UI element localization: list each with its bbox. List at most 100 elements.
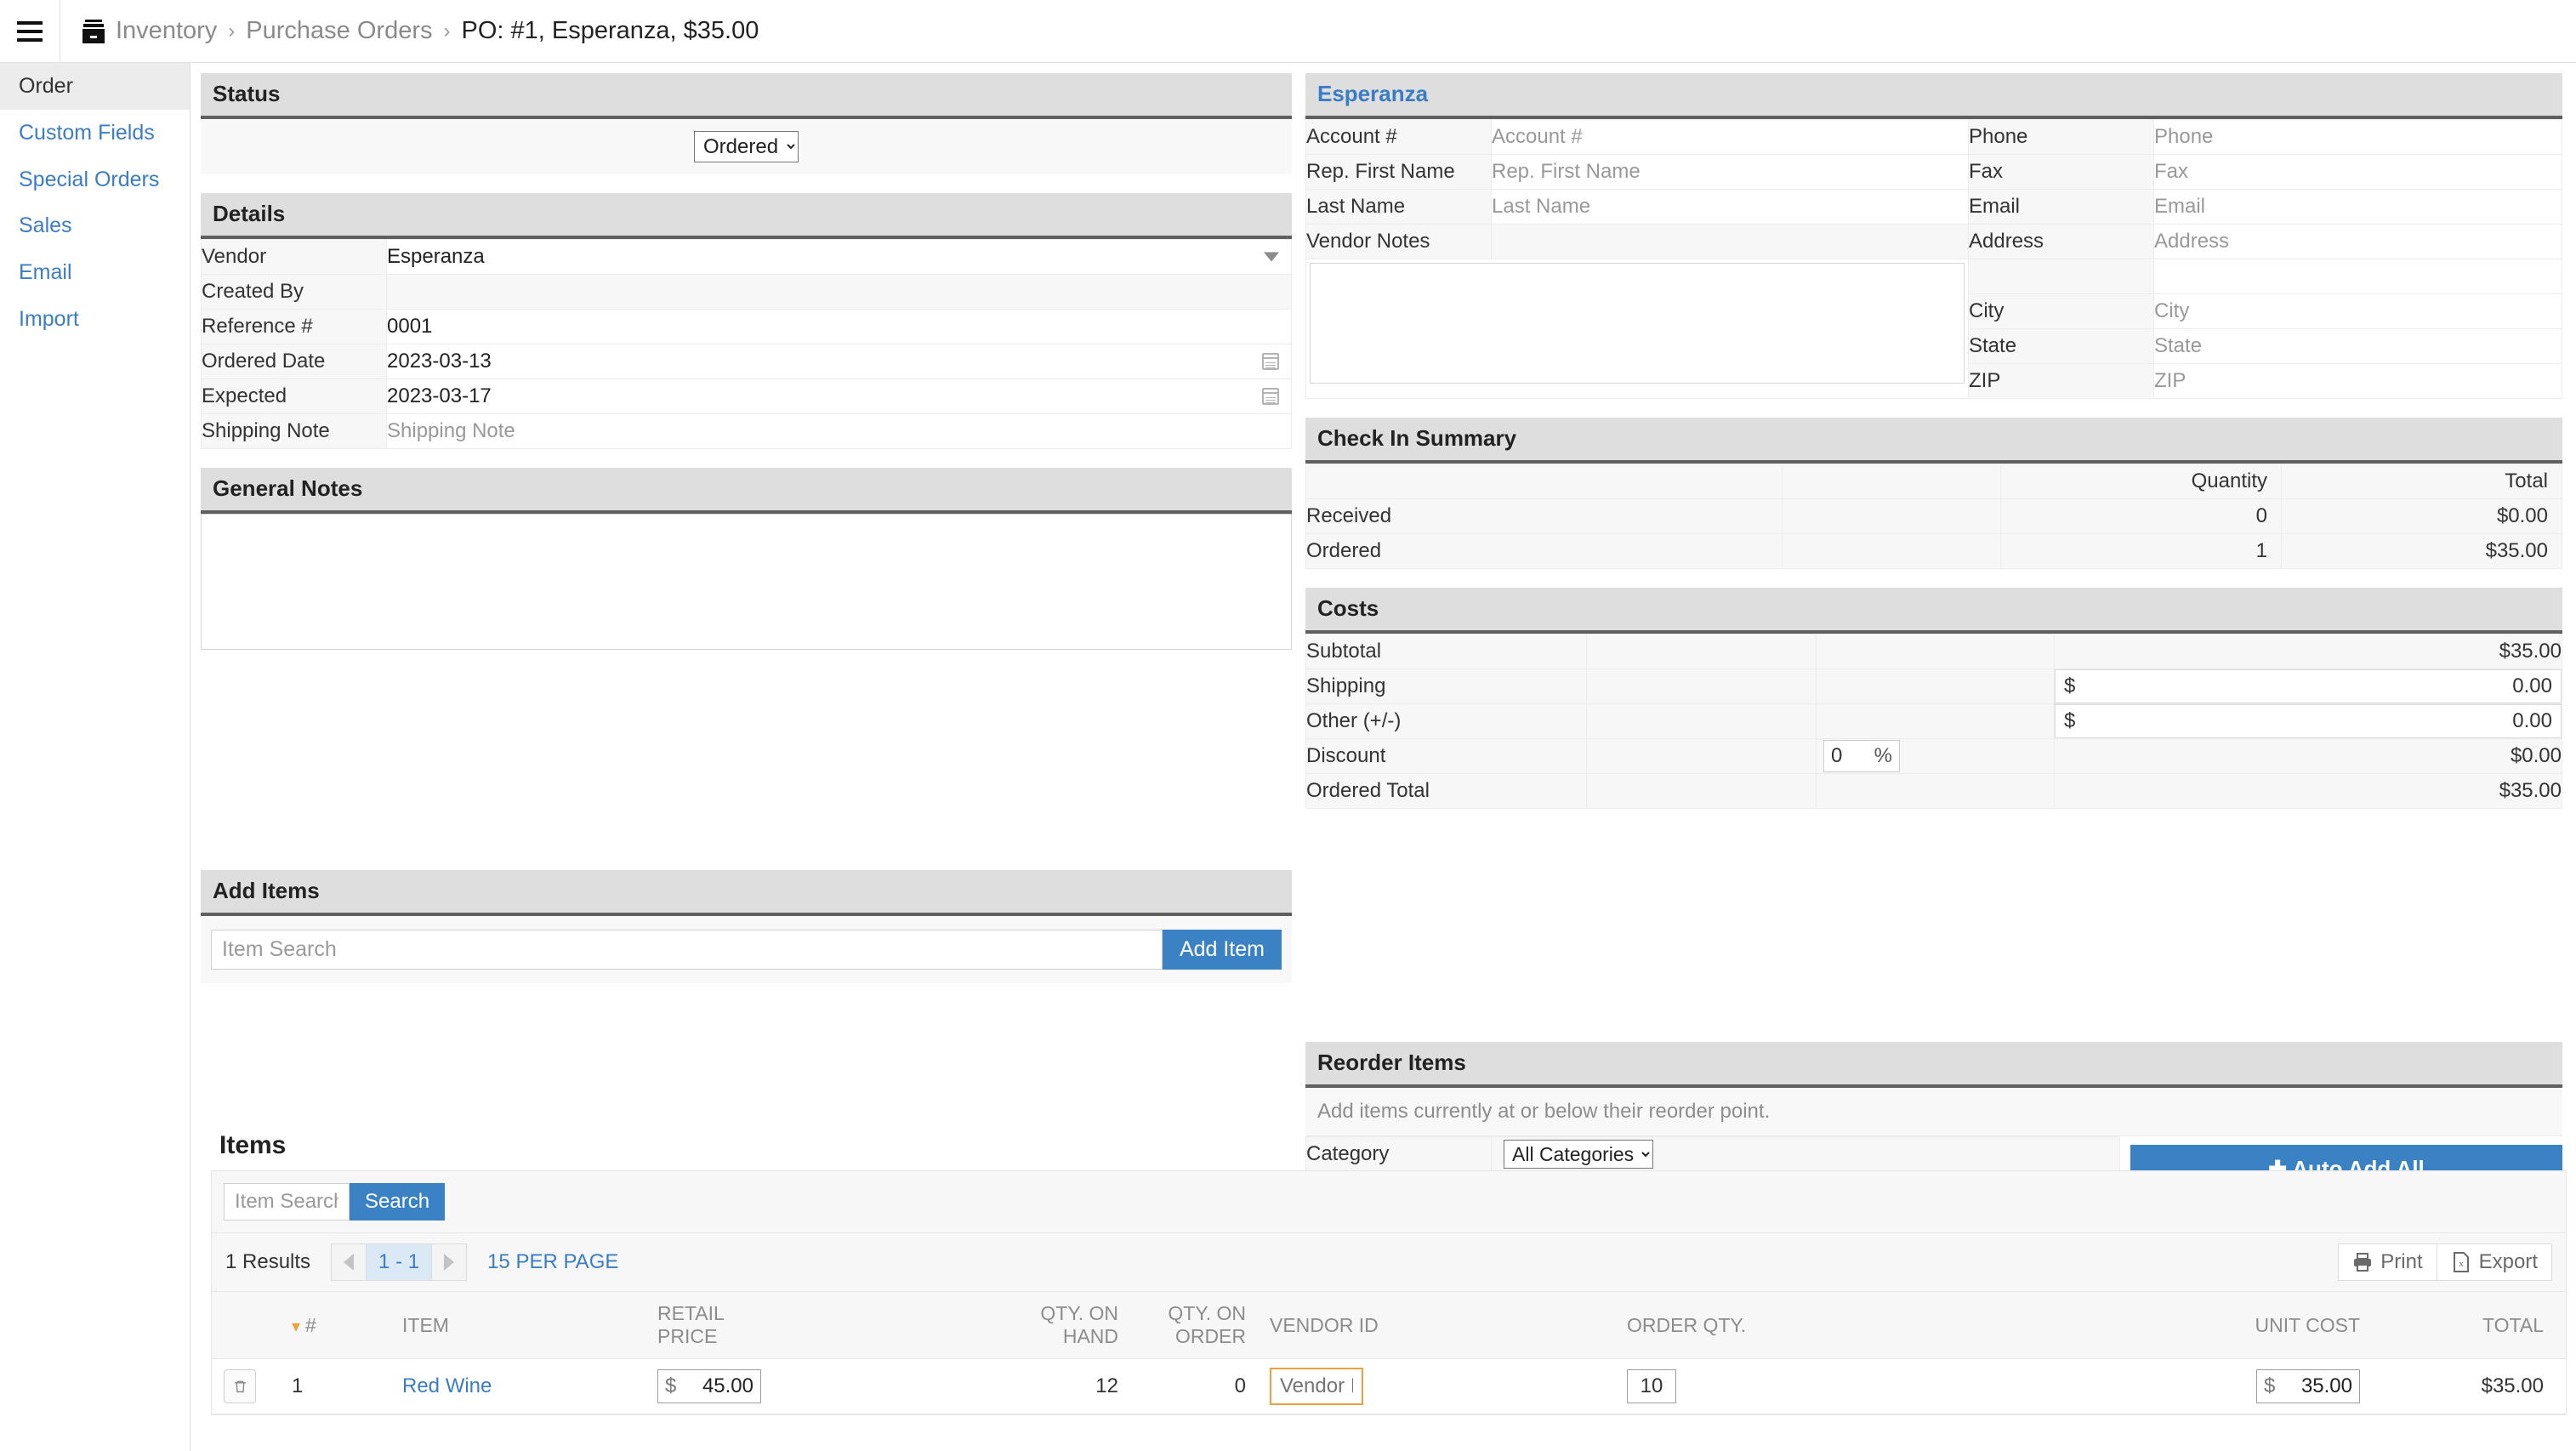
sidebar-item-order[interactable]: Order	[0, 63, 190, 110]
details-label-expected: Expected	[201, 378, 387, 414]
pagination-next-button[interactable]	[432, 1244, 467, 1280]
per-page-selector[interactable]: 15 PER PAGE	[487, 1250, 618, 1274]
column-header-vendor-id[interactable]: VENDOR ID	[1258, 1292, 1615, 1359]
shipping-money-input[interactable]: $ 0.00	[2055, 669, 2562, 703]
column-header-qty-on-hand[interactable]: QTY. ON HAND	[926, 1292, 1130, 1359]
costs-amount-ordered-total: $35.00	[2054, 773, 2562, 809]
row-retail-price-cell[interactable]: $ 45.00	[645, 1358, 926, 1414]
items-section: Items Search 1 Results 1 - 1 15 PER PAGE	[211, 1131, 2567, 1415]
cis-header-quantity: Quantity	[2000, 464, 2282, 499]
vendor-panel: Esperanza Account # Account # Phone Phon…	[1305, 73, 2562, 399]
details-value-expected[interactable]: 2023-03-17	[386, 378, 1292, 414]
vendor-field-zip[interactable]: ZIP	[2153, 363, 2562, 399]
vendor-field-city[interactable]: City	[2153, 293, 2562, 329]
items-search-input[interactable]	[224, 1183, 350, 1221]
table-row: Expected 2023-03-17	[201, 378, 1292, 414]
sidebar-item-import[interactable]: Import	[0, 296, 190, 343]
details-value-ordered-date[interactable]: 2023-03-13	[386, 344, 1292, 379]
row-delete-cell[interactable]	[212, 1358, 280, 1414]
vendor-label-fax: Fax	[1968, 154, 2154, 190]
pagination-prev-button[interactable]	[332, 1244, 367, 1280]
costs-label-other: Other (+/-)	[1305, 703, 1587, 739]
column-header-item[interactable]: ITEM	[390, 1292, 645, 1359]
sidebar-item-sales[interactable]: Sales	[0, 202, 190, 249]
sidebar-item-special-orders[interactable]: Special Orders	[0, 156, 190, 203]
vendor-id-input[interactable]	[1270, 1368, 1363, 1405]
row-order-qty-cell[interactable]: 10	[1615, 1358, 2066, 1414]
vendor-field-phone[interactable]: Phone	[2153, 119, 2562, 155]
vendor-field-rep-first-name[interactable]: Rep. First Name	[1491, 154, 1969, 190]
row-unit-cost-cell[interactable]: $ 35.00	[2066, 1358, 2372, 1414]
ordered-date-text: 2023-03-13	[387, 350, 492, 373]
retail-price-input[interactable]: $ 45.00	[657, 1369, 761, 1403]
breadcrumb-item-purchase-orders[interactable]: Purchase Orders	[246, 17, 432, 45]
calendar-icon[interactable]	[1262, 388, 1279, 405]
items-search-button[interactable]: Search	[350, 1183, 446, 1221]
add-items-body: Add Item	[201, 916, 1292, 983]
costs-input-cell-other[interactable]: $ 0.00	[2054, 703, 2562, 739]
order-qty-input[interactable]: 10	[1627, 1369, 1676, 1403]
column-header-order-qty[interactable]: ORDER QTY.	[1615, 1292, 2066, 1359]
sidebar-item-email[interactable]: Email	[0, 249, 190, 296]
discount-value: 0	[1831, 744, 1843, 767]
vendor-field-account[interactable]: Account #	[1491, 119, 1969, 155]
row-item-link[interactable]: Red Wine	[390, 1358, 645, 1414]
vendor-field-email[interactable]: Email	[2153, 189, 2562, 225]
table-row: Subtotal $35.00	[1305, 634, 2562, 669]
table-row: 1 Red Wine $ 45.00 12 0 10	[212, 1358, 2566, 1414]
calendar-icon[interactable]	[1262, 353, 1279, 370]
details-value-reference[interactable]: 0001	[386, 309, 1292, 344]
column-header-total[interactable]: TOTAL	[2372, 1292, 2566, 1359]
trash-icon[interactable]	[224, 1369, 256, 1403]
details-panel: Details Vendor Esperanza Created By Refe…	[201, 193, 1292, 449]
costs-panel: Costs Subtotal $35.00 Shipping $ 0.00 Ot…	[1305, 588, 2562, 809]
vendor-field-state[interactable]: State	[2153, 328, 2562, 364]
items-pager-row: 1 Results 1 - 1 15 PER PAGE Print x Expo…	[212, 1233, 2566, 1292]
other-money-input[interactable]: $ 0.00	[2055, 704, 2562, 738]
discount-percent-input[interactable]: 0 %	[1823, 740, 1900, 772]
unit-cost-input[interactable]: $ 35.00	[2256, 1369, 2360, 1403]
add-item-search-input[interactable]	[211, 930, 1163, 970]
column-header-qty-on-order[interactable]: QTY. ON ORDER	[1130, 1292, 1258, 1359]
costs-mid-discount	[1586, 738, 1817, 774]
general-notes-textarea[interactable]	[201, 514, 1292, 650]
print-export-group: Print x Export	[2338, 1243, 2552, 1281]
details-value-shipping-note[interactable]: Shipping Note	[386, 413, 1292, 449]
costs-mid2-ordered-total	[1816, 773, 2055, 809]
general-notes-panel: General Notes	[201, 468, 1292, 656]
costs-label-discount: Discount	[1305, 738, 1587, 774]
vendor-panel-title[interactable]: Esperanza	[1305, 73, 2562, 119]
table-header-row: Quantity Total	[1305, 464, 2562, 499]
add-item-button[interactable]: Add Item	[1162, 930, 1282, 970]
print-button[interactable]: Print	[2339, 1244, 2437, 1280]
costs-amount-subtotal: $35.00	[2054, 634, 2562, 669]
vendor-field-address-line2[interactable]	[2153, 259, 2562, 294]
vendor-label-email: Email	[1968, 189, 2154, 225]
column-header-unit-cost[interactable]: UNIT COST	[2066, 1292, 2372, 1359]
status-select[interactable]: Ordered	[694, 131, 799, 162]
vendor-field-last-name[interactable]: Last Name	[1491, 189, 1969, 225]
breadcrumb: Inventory › Purchase Orders › PO: #1, Es…	[60, 17, 759, 45]
vendor-field-address[interactable]: Address	[2153, 224, 2562, 259]
details-label-vendor: Vendor	[201, 239, 387, 275]
column-header-retail-price[interactable]: RETAIL PRICE	[645, 1292, 926, 1359]
row-vendor-id-cell[interactable]	[1258, 1358, 1615, 1414]
export-button[interactable]: x Export	[2437, 1244, 2551, 1280]
details-value-vendor[interactable]: Esperanza	[386, 239, 1292, 275]
svg-text:x: x	[2459, 1259, 2464, 1269]
hamburger-icon[interactable]	[0, 0, 60, 63]
costs-input-cell-shipping[interactable]: $ 0.00	[2054, 669, 2562, 704]
chevron-down-icon[interactable]	[1264, 252, 1279, 262]
breadcrumb-item-inventory[interactable]: Inventory	[116, 17, 217, 45]
pagination-current-range[interactable]: 1 - 1	[367, 1244, 433, 1280]
costs-discount-cell[interactable]: 0 %	[1816, 738, 2055, 774]
table-row: Vendor Notes Address Address	[1305, 224, 2562, 259]
items-box: Search 1 Results 1 - 1 15 PER PAGE Print	[211, 1170, 2567, 1415]
vendor-notes-textarea[interactable]	[1310, 263, 1965, 384]
vendor-field-fax[interactable]: Fax	[2153, 154, 2562, 190]
column-header-index[interactable]: ▾ #	[280, 1292, 390, 1359]
sidebar-item-custom-fields[interactable]: Custom Fields	[0, 110, 190, 156]
currency-symbol: $	[665, 1374, 677, 1397]
row-index: 1	[280, 1358, 390, 1414]
table-row: Discount 0 % $0.00	[1305, 738, 2562, 774]
